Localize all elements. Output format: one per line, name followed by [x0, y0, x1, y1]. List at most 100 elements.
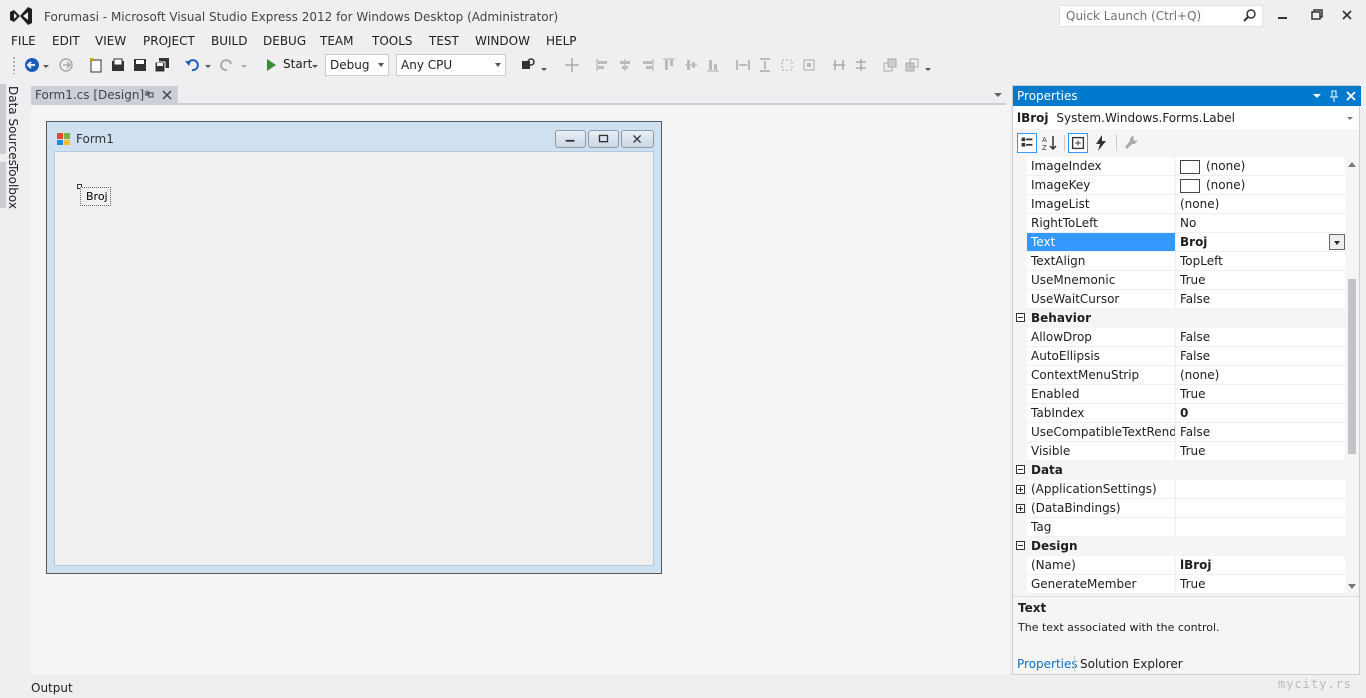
menu-window[interactable]: WINDOW	[475, 34, 530, 48]
restore-button[interactable]	[1305, 6, 1325, 24]
menu-build[interactable]: BUILD	[211, 34, 247, 48]
document-list-dropdown-icon[interactable]	[994, 93, 1002, 97]
align-lefts-icon[interactable]	[595, 57, 611, 73]
property-row[interactable]: Enabled True	[1013, 385, 1345, 404]
alphabetical-icon[interactable]: AZ	[1040, 133, 1060, 153]
property-row[interactable]: Visible True	[1013, 442, 1345, 461]
save-icon[interactable]	[132, 57, 148, 73]
form-maximize-icon[interactable]	[588, 130, 619, 148]
property-value[interactable]: lBroj	[1176, 556, 1345, 575]
property-row[interactable]: UseMnemonic True	[1013, 271, 1345, 290]
pin-icon[interactable]	[143, 89, 155, 101]
panel-pin-icon[interactable]	[1327, 89, 1341, 103]
find-in-files-icon[interactable]	[520, 57, 536, 73]
category-row[interactable]: Data	[1013, 461, 1345, 480]
property-row[interactable]: Text Broj	[1013, 233, 1345, 252]
property-row[interactable]: UseCompatibleTextRenderi False	[1013, 423, 1345, 442]
property-value[interactable]: True	[1176, 575, 1345, 594]
align-to-grid-icon[interactable]	[564, 57, 580, 73]
make-same-width-icon[interactable]	[735, 57, 751, 73]
property-value[interactable]: (none)	[1176, 157, 1345, 176]
panel-dropdown-icon[interactable]	[1310, 89, 1324, 103]
property-value[interactable]	[1176, 518, 1345, 537]
property-row[interactable]: (ApplicationSettings)	[1013, 480, 1345, 499]
property-value[interactable]: True	[1176, 385, 1345, 404]
menu-file[interactable]: FILE	[11, 34, 36, 48]
object-selector[interactable]: lBroj System.Windows.Forms.Label	[1013, 107, 1359, 129]
label-broj[interactable]: Broj	[80, 187, 111, 206]
property-value[interactable]: True	[1176, 271, 1345, 290]
property-value[interactable]: False	[1176, 328, 1345, 347]
property-value[interactable]: False	[1176, 290, 1345, 309]
tab-toolbox[interactable]: Toolbox	[6, 164, 20, 209]
tab-data-sources[interactable]: Data Sources	[6, 86, 20, 166]
property-row[interactable]: Tag	[1013, 518, 1345, 537]
undo-dropdown-icon[interactable]	[204, 57, 212, 73]
close-button[interactable]	[1337, 6, 1357, 24]
property-row[interactable]: ImageIndex (none)	[1013, 157, 1345, 176]
scrollbar-thumb[interactable]	[1348, 279, 1356, 454]
property-value[interactable]: (none)	[1176, 195, 1345, 214]
menu-help[interactable]: HELP	[546, 34, 577, 48]
collapse-icon[interactable]	[1016, 541, 1025, 550]
property-value[interactable]: Broj	[1176, 233, 1345, 252]
toolbar-options-icon[interactable]	[924, 57, 932, 73]
start-button[interactable]: Start	[283, 57, 312, 71]
expand-icon[interactable]	[1016, 504, 1025, 513]
category-row[interactable]: Design	[1013, 537, 1345, 556]
category-row[interactable]: Behavior	[1013, 309, 1345, 328]
property-grid-scrollbar[interactable]	[1345, 157, 1359, 594]
form-close-icon[interactable]	[621, 130, 654, 148]
property-value[interactable]: (none)	[1176, 366, 1345, 385]
form-client-area[interactable]: Broj	[54, 151, 654, 566]
quick-launch-input[interactable]: Quick Launch (Ctrl+Q)	[1059, 5, 1263, 27]
menu-debug[interactable]: DEBUG	[263, 34, 306, 48]
property-row[interactable]: AllowDrop False	[1013, 328, 1345, 347]
property-value[interactable]: (none)	[1176, 176, 1345, 195]
align-centers-icon[interactable]	[617, 57, 633, 73]
property-value[interactable]: TopLeft	[1176, 252, 1345, 271]
property-row[interactable]: UseWaitCursor False	[1013, 290, 1345, 309]
property-row[interactable]: ImageList (none)	[1013, 195, 1345, 214]
close-tab-icon[interactable]	[161, 89, 173, 101]
vertical-spacing-icon[interactable]	[853, 57, 869, 73]
property-row[interactable]: (DataBindings)	[1013, 499, 1345, 518]
align-middles-icon[interactable]	[683, 57, 699, 73]
property-value[interactable]: No	[1176, 214, 1345, 233]
property-row[interactable]: RightToLeft No	[1013, 214, 1345, 233]
property-pages-wrench-icon[interactable]	[1121, 133, 1141, 153]
menu-view[interactable]: VIEW	[95, 34, 126, 48]
tab-properties[interactable]: Properties	[1017, 657, 1078, 671]
back-dropdown-icon[interactable]	[42, 57, 50, 73]
property-row[interactable]: TabIndex 0	[1013, 404, 1345, 423]
horizontal-spacing-icon[interactable]	[831, 57, 847, 73]
start-dropdown-icon[interactable]	[311, 57, 319, 73]
scroll-down-icon[interactable]	[1348, 584, 1356, 589]
solution-platform-select[interactable]: Any CPU	[396, 54, 506, 76]
events-lightning-icon[interactable]	[1091, 133, 1111, 153]
menu-test[interactable]: TEST	[429, 34, 459, 48]
property-value[interactable]: 0	[1176, 404, 1345, 423]
expand-icon[interactable]	[1016, 485, 1025, 494]
save-all-icon[interactable]	[154, 57, 170, 73]
panel-close-icon[interactable]	[1344, 89, 1358, 103]
align-bottoms-icon[interactable]	[705, 57, 721, 73]
tab-output[interactable]: Output	[31, 681, 73, 695]
property-value[interactable]: False	[1176, 347, 1345, 366]
menu-project[interactable]: PROJECT	[143, 34, 195, 48]
back-icon[interactable]	[24, 57, 40, 73]
form-minimize-icon[interactable]	[555, 130, 586, 148]
new-project-icon[interactable]	[88, 57, 104, 73]
property-value[interactable]: False	[1176, 423, 1345, 442]
property-row[interactable]: ContextMenuStrip (none)	[1013, 366, 1345, 385]
property-value[interactable]	[1176, 480, 1345, 499]
menu-team[interactable]: TEAM	[320, 34, 353, 48]
minimize-button[interactable]	[1272, 6, 1292, 24]
menu-edit[interactable]: EDIT	[52, 34, 80, 48]
property-row[interactable]: GenerateMember True	[1013, 575, 1345, 594]
form-designer-window[interactable]: Form1 Broj	[46, 121, 662, 574]
undo-icon[interactable]	[184, 57, 200, 73]
property-row[interactable]: AutoEllipsis False	[1013, 347, 1345, 366]
toolbar-grip[interactable]	[12, 56, 16, 74]
property-row[interactable]: TextAlign TopLeft	[1013, 252, 1345, 271]
